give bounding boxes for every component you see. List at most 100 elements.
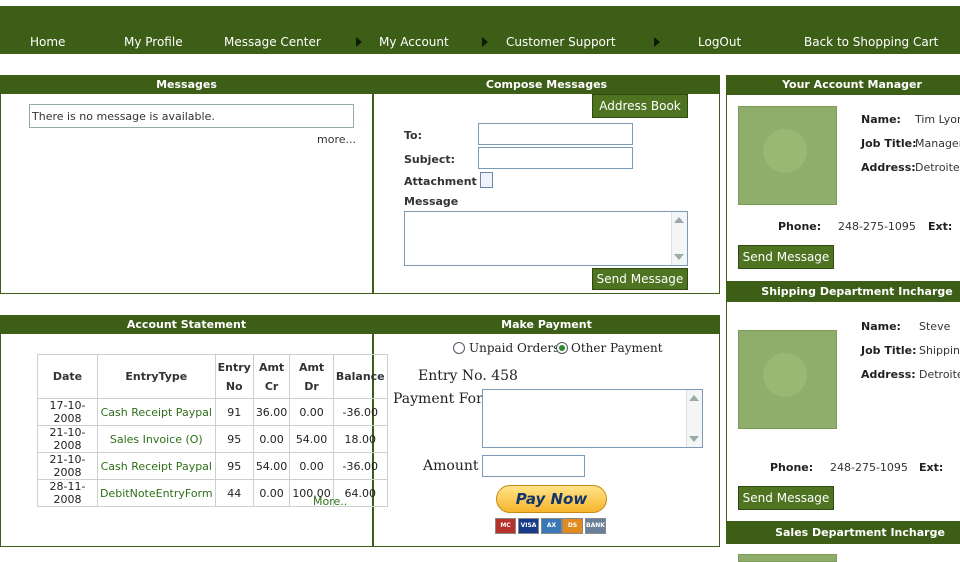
cell-amt-cr: 36.00 [252, 398, 291, 426]
sales-header: Sales Department Incharge [726, 522, 960, 544]
amex-icon: AX [541, 518, 562, 534]
subject-input[interactable] [478, 147, 633, 169]
attachment-file-icon[interactable] [480, 172, 493, 188]
unpaid-orders-radio[interactable] [453, 342, 465, 354]
shipping-phone: 248-275-1095 [830, 461, 908, 474]
ext-label: Ext: [919, 461, 944, 474]
cell-entrytype-link[interactable]: Sales Invoice (O) [97, 425, 216, 453]
cell-entrytype-link[interactable]: Cash Receipt Paypal [97, 452, 216, 480]
to-input[interactable] [478, 123, 633, 145]
col-amt-cr: Amt Cr [252, 354, 291, 399]
other-payment-radio[interactable] [556, 342, 568, 354]
col-entry-no: Entry No [214, 354, 254, 399]
table-row: 21-10-2008 Sales Invoice (O) 95 0.00 54.… [37, 425, 388, 453]
table-row: 17-10-2008 Cash Receipt Paypal 91 36.00 … [37, 398, 388, 426]
manager-job-title: Manager [915, 137, 960, 150]
no-message-box: There is no message is available. [29, 104, 354, 128]
cell-entry-no: 95 [214, 452, 254, 480]
ext-label: Ext: [928, 220, 953, 233]
messages-header: Messages [0, 75, 373, 94]
cell-date: 21-10-2008 [37, 425, 98, 453]
attachment-label: Attachment : [404, 175, 486, 188]
cell-entry-no: 91 [214, 398, 254, 426]
nav-message-center[interactable]: Message Center [224, 35, 321, 49]
payment-for-scrollbar[interactable] [686, 390, 702, 447]
statement-more-link[interactable]: More.. [313, 495, 347, 508]
job-title-label: Job Title: [861, 344, 917, 357]
account-manager-header: Your Account Manager [726, 75, 960, 95]
col-balance: Balance [332, 354, 388, 399]
discover-icon: DS [562, 518, 583, 534]
cell-entry-no: 44 [214, 479, 254, 507]
address-book-button[interactable]: Address Book [592, 94, 688, 118]
sales-photo [738, 554, 837, 562]
table-row: 21-10-2008 Cash Receipt Paypal 95 54.00 … [37, 452, 388, 480]
phone-label: Phone: [778, 220, 822, 233]
mastercard-icon: MC [495, 518, 516, 534]
job-title-label: Job Title: [861, 137, 917, 150]
col-entrytype: EntryType [97, 354, 216, 399]
shipping-header: Shipping Department Incharge [726, 282, 960, 302]
messages-more-link[interactable]: more... [317, 133, 356, 146]
nav-home[interactable]: Home [30, 35, 65, 49]
shipping-photo [738, 330, 837, 429]
cell-amt-cr: 0.00 [252, 479, 291, 507]
message-textarea[interactable] [404, 211, 688, 266]
shipping-name: Steve [919, 320, 951, 333]
shipping-job-title: Shipping [919, 344, 960, 357]
col-amt-dr: Amt Dr [289, 354, 334, 399]
cell-amt-cr: 0.00 [252, 425, 291, 453]
menu-arrow-icon [356, 37, 362, 47]
pay-now-button[interactable]: Pay Now [496, 485, 607, 513]
statement-header-row: Date EntryType Entry No Amt Cr Amt Dr Balan… [37, 354, 388, 399]
cell-entry-no: 95 [214, 425, 254, 453]
manager-send-message-button[interactable]: Send Message [738, 245, 834, 269]
unpaid-orders-label: Unpaid Orders [469, 341, 560, 355]
cell-amt-dr: 0.00 [289, 398, 334, 426]
name-label: Name: [861, 113, 901, 126]
nav-customer-support[interactable]: Customer Support [506, 35, 616, 49]
menu-arrow-icon [654, 37, 660, 47]
scroll-down-icon[interactable] [689, 436, 699, 442]
cell-entrytype-link[interactable]: Cash Receipt Paypal [97, 398, 216, 426]
cell-entrytype-link[interactable]: DebitNoteEntryForm [97, 479, 216, 507]
address-label: Address: [861, 161, 916, 174]
cell-amt-cr: 54.00 [252, 452, 291, 480]
shipping-address: Detroite, [919, 368, 960, 381]
scroll-up-icon[interactable] [689, 395, 699, 401]
col-date: Date [37, 354, 98, 399]
nav-logout[interactable]: LogOut [698, 35, 741, 49]
payment-for-textarea[interactable] [482, 389, 703, 448]
amount-input[interactable] [482, 455, 585, 477]
manager-name: Tim Lyon [915, 113, 960, 126]
nav-my-profile[interactable]: My Profile [124, 35, 183, 49]
payment-header: Make Payment [373, 315, 720, 334]
bank-icon: BANK [585, 518, 606, 534]
manager-address: Detroite, [915, 161, 960, 174]
compose-header: Compose Messages [373, 75, 720, 94]
scroll-up-icon[interactable] [674, 217, 684, 223]
message-label: Message [404, 195, 459, 208]
subject-label: Subject: [404, 153, 456, 166]
scroll-down-icon[interactable] [674, 254, 684, 260]
entry-number: Entry No. 458 [418, 368, 518, 384]
cell-balance: 18.00 [332, 425, 388, 453]
address-label: Address: [861, 368, 916, 381]
nav-my-account[interactable]: My Account [379, 35, 449, 49]
message-scrollbar[interactable] [671, 212, 687, 265]
cell-amt-dr: 54.00 [289, 425, 334, 453]
cell-amt-dr: 0.00 [289, 452, 334, 480]
to-label: To: [404, 129, 422, 142]
nav-back-to-cart[interactable]: Back to Shopping Cart [804, 35, 938, 49]
cell-date: 17-10-2008 [37, 398, 98, 426]
shipping-send-message-button[interactable]: Send Message [738, 486, 834, 510]
cell-balance: -36.00 [332, 398, 388, 426]
statement-header: Account Statement [0, 315, 373, 334]
compose-send-button[interactable]: Send Message [592, 268, 688, 290]
name-label: Name: [861, 320, 901, 333]
amount-label: Amount : [423, 458, 488, 474]
statement-table: Date EntryType Entry No Amt Cr Amt Dr Balan… [37, 354, 388, 507]
other-payment-label: Other Payment [571, 341, 663, 355]
manager-phone: 248-275-1095 [838, 220, 916, 233]
panel-divider [372, 94, 374, 294]
